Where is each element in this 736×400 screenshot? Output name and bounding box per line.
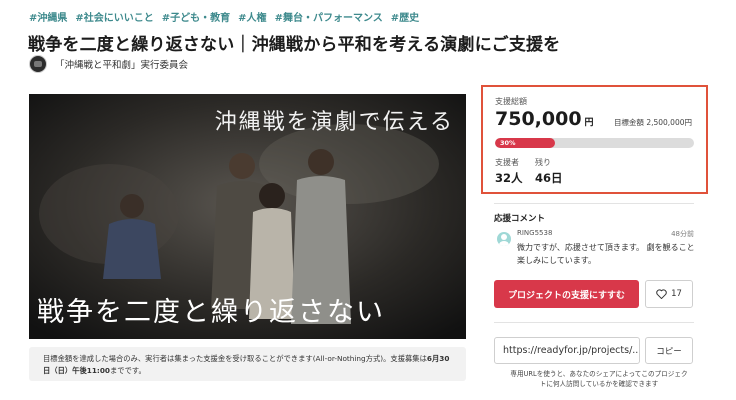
tag-human-rights[interactable]: #人権 <box>238 9 266 24</box>
hero-image: 沖縄戦を演劇で伝える 戦争を二度と繰り返さない <box>29 94 466 339</box>
supporters-value: 32人 <box>495 171 523 185</box>
tag-social-good[interactable]: #社会にいいこと <box>75 9 153 24</box>
progress-bar: 30% <box>495 138 694 148</box>
tag-children-education[interactable]: #子ども・教育 <box>162 9 230 24</box>
total-amount-value: 750,000 <box>495 108 582 130</box>
like-button[interactable]: 17 <box>645 280 693 308</box>
organizer[interactable]: 「沖縄戦と平和劇」実行委員会 <box>29 55 188 73</box>
like-count: 17 <box>671 289 682 299</box>
commenter-name[interactable]: RING5538 <box>517 229 552 237</box>
organizer-avatar <box>29 55 47 73</box>
cheer-comments-title: 応援コメント <box>494 214 546 224</box>
commenter-avatar[interactable] <box>497 232 511 246</box>
heart-icon <box>656 289 667 299</box>
comment-body: 微力ですが、応援させて頂きます。 劇を観ること楽しみにしています。 <box>517 243 695 265</box>
divider <box>494 322 694 323</box>
share-url-field[interactable]: https://readyfor.jp/projects/... <box>494 337 640 364</box>
page-title: 戦争を二度と繰り返さない｜沖縄戦から平和を考える演劇にご支援を <box>28 35 561 55</box>
total-amount: 750,000 円 <box>495 108 594 130</box>
funding-rule-note: 目標金額を達成した場合のみ、実行者は集まった支援金を受け取ることができます(Al… <box>29 347 466 381</box>
remaining-value: 46日 <box>535 171 563 185</box>
progress-percent: 30% <box>500 139 516 147</box>
supporters-label: 支援者 <box>495 158 519 167</box>
total-amount-unit: 円 <box>584 118 594 128</box>
total-label: 支援総額 <box>495 97 527 106</box>
note-text-before: 目標金額を達成した場合のみ、実行者は集まった支援金を受け取ることができます(Al… <box>43 354 427 363</box>
support-project-button[interactable]: プロジェクトの支援にすすむ <box>494 280 639 308</box>
tag-list: #沖縄県 #社会にいいこと #子ども・教育 #人権 #舞台・パフォーマンス #歴… <box>29 9 419 24</box>
note-text-after: までです。 <box>110 366 146 375</box>
organizer-name[interactable]: 「沖縄戦と平和劇」実行委員会 <box>55 57 188 71</box>
remaining-label: 残り <box>535 158 551 167</box>
tag-stage-performance[interactable]: #舞台・パフォーマンス <box>275 9 383 24</box>
copy-button[interactable]: コピー <box>645 337 693 364</box>
comment-time: 48分前 <box>671 230 694 238</box>
funding-stats-panel: 支援総額 750,000 円 目標金額 2,500,000円 30% 支援者 32… <box>481 85 708 194</box>
divider <box>494 203 694 204</box>
goal-amount: 目標金額 2,500,000円 <box>613 118 692 127</box>
tag-history[interactable]: #歴史 <box>391 9 419 24</box>
share-url-note: 専用URLを使うと、あなたのシェアによってこのプロジェクトに何人訪問しているかを… <box>510 370 688 388</box>
tag-okinawa[interactable]: #沖縄県 <box>29 9 67 24</box>
hero-caption-bottom: 戦争を二度と繰り返さない <box>37 297 385 328</box>
hero-caption-top: 沖縄戦を演劇で伝える <box>214 110 454 135</box>
